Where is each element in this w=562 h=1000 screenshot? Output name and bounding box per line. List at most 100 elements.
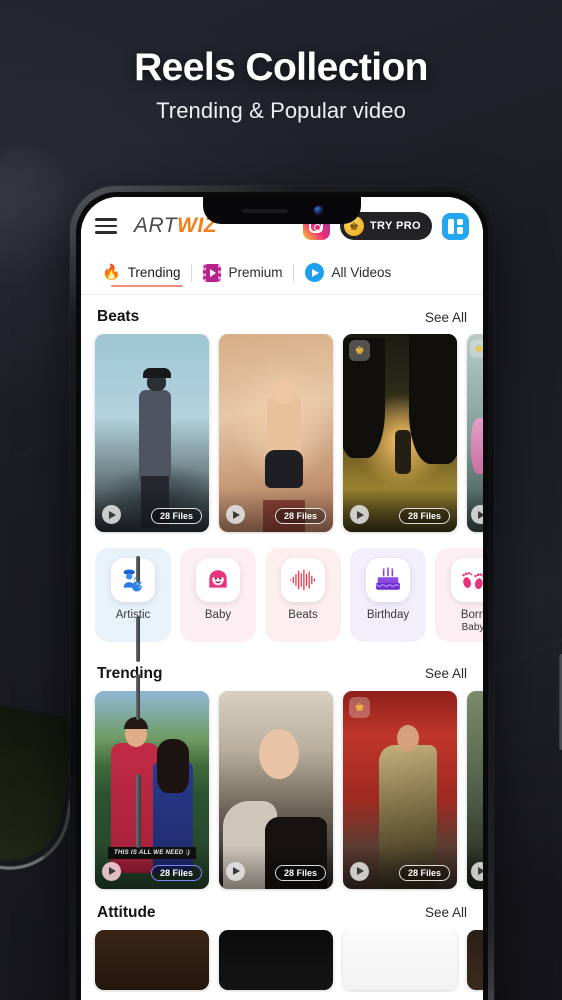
thumbnail-subject bbox=[139, 390, 171, 482]
baby-feet-icon bbox=[451, 558, 483, 602]
artist-painter-icon bbox=[111, 558, 155, 602]
video-thumbnail bbox=[95, 929, 209, 990]
play-circle-icon bbox=[305, 263, 325, 282]
thumbnail-tree bbox=[409, 334, 457, 464]
phone-notch bbox=[203, 197, 361, 224]
category-label: Birthday bbox=[367, 609, 409, 622]
thumbnail-subject bbox=[395, 430, 411, 474]
phone-volume-up-button bbox=[136, 616, 140, 662]
files-count-badge: 28 Files bbox=[398, 864, 450, 881]
play-button[interactable] bbox=[226, 505, 245, 524]
video-card[interactable]: ♚ 28 Files bbox=[343, 690, 457, 889]
phone-screen: ARTWIZ ♚ TRY PRO 🔥 Trending Premium All … bbox=[81, 197, 483, 1000]
play-button[interactable] bbox=[471, 861, 483, 881]
video-card[interactable] bbox=[467, 929, 483, 990]
see-all-trending[interactable]: See All bbox=[425, 666, 467, 681]
category-born-baby[interactable]: Born Baby bbox=[435, 548, 483, 642]
play-button[interactable] bbox=[102, 505, 121, 524]
tab-trending-label: Trending bbox=[127, 265, 181, 280]
try-pro-label: TRY PRO bbox=[369, 220, 421, 232]
files-count-badge: 28 Files bbox=[274, 864, 326, 881]
app-logo-part1: ART bbox=[134, 214, 178, 237]
section-header-attitude: Attitude See All bbox=[81, 891, 483, 930]
category-sublabel-text: Baby bbox=[461, 622, 483, 634]
see-all-beats[interactable]: See All bbox=[425, 310, 467, 325]
video-card[interactable] bbox=[467, 690, 483, 889]
premium-crown-icon: ♚ bbox=[470, 340, 483, 358]
video-thumbnail bbox=[467, 929, 483, 990]
hamburger-menu-icon[interactable] bbox=[95, 218, 117, 234]
grid-apps-icon[interactable] bbox=[442, 212, 469, 240]
app-content: ARTWIZ ♚ TRY PRO 🔥 Trending Premium All … bbox=[81, 197, 483, 1000]
video-thumbnail bbox=[343, 929, 457, 990]
video-card[interactable]: 28 Files bbox=[95, 334, 209, 532]
video-card[interactable]: ♚ bbox=[467, 334, 483, 532]
play-button[interactable] bbox=[102, 861, 121, 881]
section-header-beats: Beats See All bbox=[81, 295, 483, 334]
phone-volume-down-button bbox=[136, 674, 140, 720]
category-label-text: Artistic bbox=[115, 609, 151, 621]
film-icon bbox=[203, 263, 222, 282]
section-title: Beats bbox=[97, 308, 140, 325]
section-title: Attitude bbox=[97, 903, 156, 921]
phone-mute-switch bbox=[136, 556, 140, 582]
thumbnail-flower bbox=[471, 418, 483, 474]
baby-face-icon bbox=[196, 558, 240, 602]
video-card[interactable] bbox=[343, 929, 457, 990]
video-card[interactable] bbox=[95, 929, 209, 990]
play-button[interactable] bbox=[350, 861, 369, 881]
files-count-badge: 28 Files bbox=[398, 508, 450, 524]
tab-all-videos[interactable]: All Videos bbox=[294, 251, 402, 294]
video-card[interactable]: 28 Files bbox=[219, 690, 333, 889]
section-title: Trending bbox=[97, 664, 163, 682]
promo-title: Reels Collection bbox=[134, 46, 428, 89]
category-artistic[interactable]: Artistic bbox=[95, 548, 171, 642]
waveform-icon bbox=[281, 558, 325, 602]
phone-side-button bbox=[136, 774, 141, 848]
play-button[interactable] bbox=[226, 861, 245, 881]
category-row[interactable]: Artistic Baby Beats Birthday Born Baby bbox=[81, 534, 483, 652]
category-label: Artistic bbox=[116, 609, 151, 622]
thumbnail-subject-head bbox=[273, 378, 295, 404]
fire-icon: 🔥 bbox=[102, 264, 121, 281]
category-label-text: Baby bbox=[204, 609, 232, 621]
video-card[interactable]: 28 Files bbox=[219, 334, 333, 532]
play-button[interactable] bbox=[471, 505, 483, 524]
category-label-text: Beats bbox=[288, 609, 318, 621]
files-count-badge: 28 Files bbox=[150, 864, 202, 881]
tab-premium[interactable]: Premium bbox=[192, 251, 293, 294]
video-row-attitude[interactable] bbox=[81, 929, 483, 992]
category-label: Born Baby bbox=[461, 609, 483, 634]
thumbnail-subject-top bbox=[265, 450, 303, 488]
section-header-trending: Trending See All bbox=[81, 652, 483, 691]
promo-subtitle: Trending & Popular video bbox=[156, 97, 406, 123]
category-label-text: Birthday bbox=[366, 609, 410, 621]
play-button[interactable] bbox=[350, 505, 369, 524]
app-logo: ARTWIZ bbox=[134, 214, 217, 238]
video-thumbnail bbox=[219, 929, 333, 990]
category-baby[interactable]: Baby bbox=[180, 548, 256, 642]
video-card[interactable]: THIS IS ALL WE NEED :) 28 Files bbox=[95, 690, 209, 889]
video-row-beats[interactable]: 28 Files 28 Files ♚ 28 Files ♚ bbox=[81, 334, 483, 534]
video-card[interactable] bbox=[219, 929, 333, 990]
tab-all-videos-label: All Videos bbox=[331, 265, 392, 280]
category-tabs: 🔥 Trending Premium All Videos bbox=[81, 251, 483, 295]
files-count-badge: 28 Files bbox=[274, 508, 326, 524]
category-birthday[interactable]: Birthday bbox=[350, 548, 426, 642]
video-card[interactable]: ♚ 28 Files bbox=[343, 334, 457, 532]
earpiece-speaker-icon bbox=[241, 208, 288, 213]
see-all-attitude[interactable]: See All bbox=[425, 905, 467, 920]
phone-bezel: ARTWIZ ♚ TRY PRO 🔥 Trending Premium All … bbox=[76, 192, 488, 1000]
front-camera-icon bbox=[313, 206, 323, 215]
premium-crown-icon: ♚ bbox=[349, 340, 370, 361]
thumbnail-subject-head bbox=[259, 728, 299, 779]
video-row-trending[interactable]: THIS IS ALL WE NEED :) 28 Files 28 F bbox=[81, 690, 483, 891]
category-label-text: Born bbox=[460, 609, 483, 621]
birthday-cake-icon bbox=[366, 558, 410, 602]
category-beats[interactable]: Beats bbox=[265, 548, 341, 642]
category-label: Beats bbox=[288, 609, 317, 622]
thumbnail-subject-cap bbox=[143, 368, 171, 378]
thumbnail-subject2-hair bbox=[157, 738, 189, 793]
files-count-badge: 28 Files bbox=[150, 508, 202, 524]
tab-trending[interactable]: 🔥 Trending bbox=[91, 251, 191, 294]
